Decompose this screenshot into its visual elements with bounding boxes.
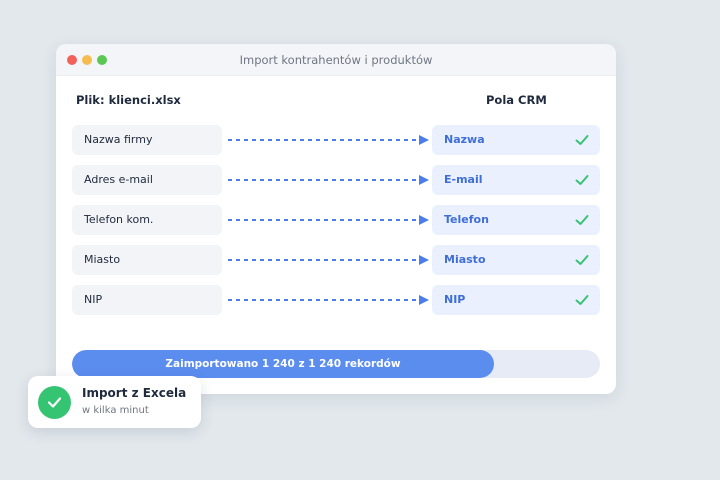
crm-field-label: NIP (444, 293, 466, 306)
file-column-header: Plik: klienci.xlsx (76, 93, 181, 107)
mapping-row: NIP NIP (56, 285, 616, 315)
crm-field-label: Telefon (444, 213, 489, 226)
check-icon (575, 135, 589, 145)
crm-field[interactable]: Telefon (432, 205, 600, 235)
mapping-arrow-icon (228, 255, 429, 265)
toast-subtitle: w kilka minut (82, 405, 149, 416)
toast-title: Import z Excela (82, 386, 187, 400)
check-icon (575, 255, 589, 265)
mapping-row: Miasto Miasto (56, 245, 616, 275)
check-icon (575, 215, 589, 225)
crm-field[interactable]: NIP (432, 285, 600, 315)
mapping-arrow-icon (228, 175, 429, 185)
crm-field[interactable]: Nazwa (432, 125, 600, 155)
source-field[interactable]: Miasto (72, 245, 222, 275)
check-icon (575, 295, 589, 305)
source-field[interactable]: NIP (72, 285, 222, 315)
mapping-row: Telefon kom. Telefon (56, 205, 616, 235)
source-field[interactable]: Telefon kom. (72, 205, 222, 235)
crm-field-label: Miasto (444, 253, 486, 266)
mapping-row: Adres e-mail E-mail (56, 165, 616, 195)
mapping-row: Nazwa firmy Nazwa (56, 125, 616, 155)
import-progress-bar: Zaimportowano 1 240 z 1 240 rekordów (72, 350, 600, 378)
import-toast: Import z Excela w kilka minut (28, 376, 201, 428)
title-bar: Import kontrahentów i produktów (56, 44, 616, 76)
crm-field-label: E-mail (444, 173, 483, 186)
check-icon (575, 175, 589, 185)
mapping-arrow-icon (228, 295, 429, 305)
crm-field[interactable]: Miasto (432, 245, 600, 275)
crm-field-label: Nazwa (444, 133, 485, 146)
source-field[interactable]: Nazwa firmy (72, 125, 222, 155)
check-circle-icon (38, 386, 71, 419)
mapping-arrow-icon (228, 135, 429, 145)
source-field[interactable]: Adres e-mail (72, 165, 222, 195)
mapping-arrow-icon (228, 215, 429, 225)
progress-label: Zaimportowano 1 240 z 1 240 rekordów (165, 358, 401, 370)
crm-field[interactable]: E-mail (432, 165, 600, 195)
import-window: Import kontrahentów i produktów Plik: kl… (56, 44, 616, 394)
crm-column-header: Pola CRM (486, 93, 547, 107)
window-title: Import kontrahentów i produktów (239, 53, 433, 67)
